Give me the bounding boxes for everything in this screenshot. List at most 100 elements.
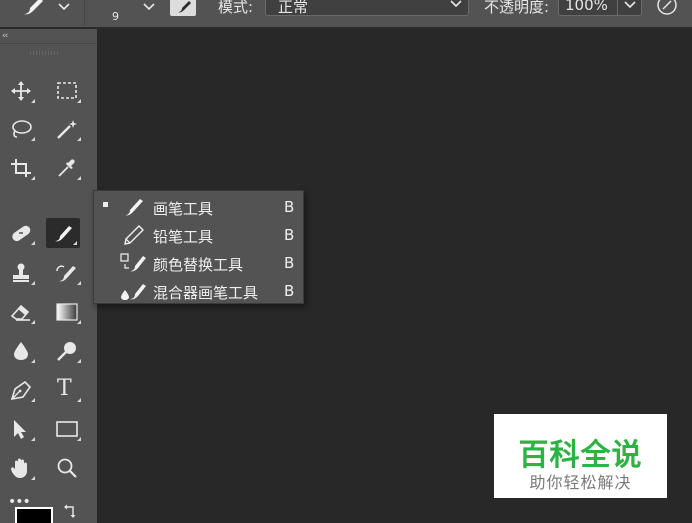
hand-icon [11, 458, 27, 478]
pressure-opacity-icon[interactable] [656, 0, 678, 16]
water-drop-icon [14, 342, 28, 360]
move-tool[interactable] [4, 76, 38, 106]
brush-preset-icon[interactable] [18, 0, 48, 18]
flyout-item-shortcut: B [284, 226, 295, 244]
brush-size-value[interactable]: 9 [112, 10, 119, 23]
pen-tool[interactable] [4, 375, 38, 405]
stamp-icon [13, 263, 29, 282]
flyout-item-mixer-brush[interactable]: 混合器画笔工具 B [94, 277, 303, 305]
arrow-pointer-icon [14, 420, 26, 439]
type-icon: T [57, 376, 72, 401]
dodge-tool[interactable] [50, 336, 84, 366]
history-brush-icon [56, 265, 76, 282]
opacity-input[interactable]: 100% [558, 0, 618, 16]
more-indicator [73, 241, 77, 245]
flyout-item-shortcut: B [284, 254, 295, 272]
flyout-item-label: 铅笔工具 [153, 228, 214, 246]
pen-icon [10, 380, 32, 401]
zoom-tool[interactable] [50, 453, 84, 483]
brush-icon [55, 226, 72, 242]
flyout-item-pencil[interactable]: 铅笔工具 B [94, 221, 303, 249]
blur-tool[interactable] [4, 336, 38, 366]
more-indicator [77, 137, 81, 141]
panel-grip[interactable] [30, 51, 58, 55]
crop-icon [11, 159, 31, 177]
more-indicator [77, 398, 81, 402]
crop-tool[interactable] [4, 153, 38, 183]
swap-colors-icon[interactable] [62, 504, 78, 520]
more-indicator [31, 437, 35, 441]
collapse-panel-button[interactable]: ‹‹ [2, 31, 8, 41]
flyout-item-color-replacement[interactable]: 颜色替换工具 B [94, 249, 303, 277]
foreground-color-swatch[interactable] [15, 507, 53, 523]
brush-tools-flyout-menu: 画笔工具 B 铅笔工具 B 颜色替换工具 B 混合器画笔工具 B [93, 190, 304, 304]
chevron-down-icon [450, 0, 462, 8]
more-indicator [31, 137, 35, 141]
brush-tool[interactable] [46, 218, 80, 248]
watermark-subtitle: 助你轻松解决 [529, 473, 632, 492]
mode-label: 模式: [218, 0, 254, 16]
more-indicator [31, 99, 35, 103]
mixer-brush-icon [121, 284, 146, 300]
flyout-item-shortcut: B [284, 282, 295, 300]
more-indicator [31, 241, 35, 245]
more-indicator [77, 437, 81, 441]
tools-panel: ‹‹ T ••• [0, 29, 97, 523]
more-indicator [77, 99, 81, 103]
eraser-tool[interactable] [4, 297, 38, 327]
brush-icon [125, 199, 143, 216]
move-icon [11, 81, 31, 101]
more-indicator [31, 476, 35, 480]
mode-select[interactable]: 正常 [265, 0, 469, 16]
watermark-title: 百科全说 [518, 438, 643, 473]
chevron-down-icon[interactable] [58, 2, 70, 12]
more-indicator [31, 359, 35, 363]
more-indicator [77, 176, 81, 180]
brush-panel-icon [178, 1, 191, 13]
magic-wand-tool[interactable] [50, 114, 84, 144]
more-indicator [31, 398, 35, 402]
eraser-icon [10, 304, 30, 321]
flyout-item-brush[interactable]: 画笔工具 B [94, 193, 303, 221]
magic-wand-icon [57, 120, 77, 139]
rectangle-tool[interactable] [50, 414, 84, 444]
flyout-item-label: 颜色替换工具 [153, 256, 244, 274]
path-selection-tool[interactable] [4, 414, 38, 444]
options-bar: 9 模式: 正常 不透明度: 100% [0, 0, 692, 28]
band-aid-icon [12, 225, 31, 242]
clone-stamp-tool[interactable] [4, 258, 38, 288]
marquee-tool[interactable] [50, 76, 84, 106]
more-indicator [31, 281, 35, 285]
pencil-icon [124, 225, 144, 245]
mode-value: 正常 [278, 0, 309, 16]
history-brush-tool[interactable] [50, 258, 84, 288]
more-indicator [77, 320, 81, 324]
opacity-value: 100% [565, 0, 608, 14]
eyedropper-icon [58, 159, 75, 177]
magnifier-icon [57, 458, 77, 478]
chevron-down-icon[interactable] [143, 2, 155, 12]
eyedropper-tool[interactable] [50, 153, 84, 183]
brush-panel-toggle-button[interactable] [170, 0, 196, 16]
gradient-icon [56, 303, 78, 321]
lasso-icon [12, 120, 32, 138]
flyout-item-label: 混合器画笔工具 [153, 284, 259, 302]
healing-brush-tool[interactable] [4, 218, 38, 248]
dodge-icon [57, 342, 76, 361]
more-indicator [31, 320, 35, 324]
rectangular-marquee-icon [57, 82, 77, 99]
gradient-tool[interactable] [50, 297, 84, 327]
more-indicator [31, 176, 35, 180]
flyout-item-shortcut: B [284, 198, 295, 216]
selected-indicator [103, 202, 108, 207]
separator [84, 0, 85, 26]
lasso-tool[interactable] [4, 114, 38, 144]
opacity-label: 不透明度: [484, 0, 550, 16]
opacity-dropdown-button[interactable] [618, 0, 642, 16]
hand-tool[interactable] [4, 453, 38, 483]
flyout-item-label: 画笔工具 [153, 200, 214, 218]
chevron-down-icon [624, 1, 636, 9]
color-replacement-icon [120, 253, 146, 272]
type-tool[interactable]: T [50, 375, 84, 405]
watermark-logo: 百科全说 助你轻松解决 [494, 414, 667, 498]
